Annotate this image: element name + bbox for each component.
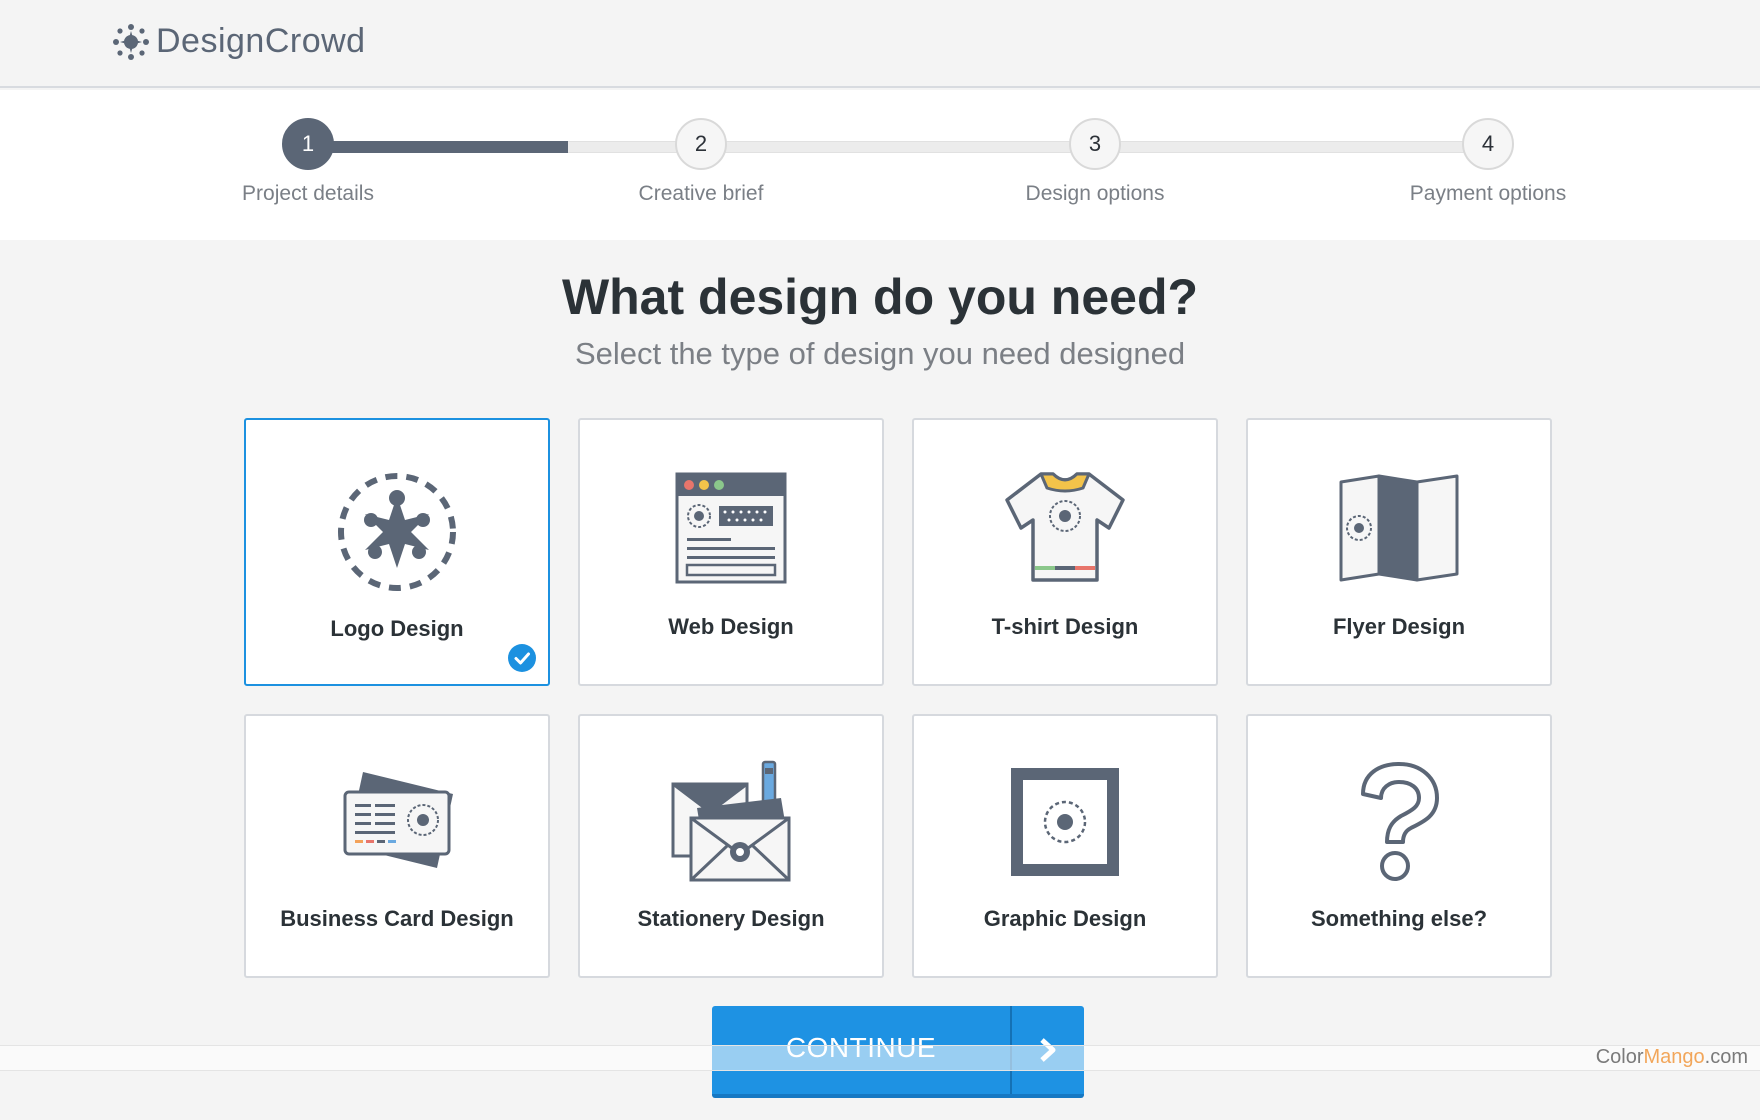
option-label: Graphic Design <box>983 906 1147 931</box>
option-tshirt-design[interactable]: T-shirt Design <box>912 418 1218 686</box>
step-design-options[interactable]: 3 Design options <box>975 118 1215 206</box>
step-label: Project details <box>242 182 374 205</box>
chevron-right-icon <box>1012 1006 1084 1094</box>
option-graphic-design[interactable]: Graphic Design <box>912 714 1218 978</box>
folded-flyer-icon <box>1339 474 1459 582</box>
tshirt-icon <box>1005 472 1125 582</box>
option-label: Web Design <box>668 614 794 639</box>
option-label: Business Card Design <box>280 906 514 931</box>
browser-window-icon <box>675 472 787 584</box>
watermark-text: ColorMango.com <box>1595 1046 1748 1068</box>
brand-logo[interactable]: DesignCrowd <box>112 22 366 61</box>
option-something-else[interactable]: Something else? <box>1246 714 1552 978</box>
business-card-icon <box>343 772 453 868</box>
logo-icon <box>338 473 456 591</box>
step-number: 1 <box>282 118 334 170</box>
page-subtitle: Select the type of design you need desig… <box>574 336 1186 371</box>
continue-button-label: CONTINUE <box>785 1032 937 1063</box>
step-label: Payment options <box>1409 182 1567 205</box>
envelope-pen-icon <box>671 760 791 882</box>
selected-check-icon <box>508 644 536 672</box>
option-business-card-design[interactable]: Business Card Design <box>244 714 550 978</box>
top-bar: DesignCrowd <box>0 0 1760 88</box>
option-web-design[interactable]: Web Design <box>578 418 884 686</box>
option-stationery-design[interactable]: Stationery Design <box>578 714 884 978</box>
step-number: 2 <box>675 118 727 170</box>
question-mark-icon <box>1361 762 1439 881</box>
step-number: 4 <box>1462 118 1514 170</box>
brand-name: DesignCrowd <box>156 22 366 60</box>
option-logo-design[interactable]: Logo Design <box>244 418 550 686</box>
step-project-details[interactable]: 1 Project details <box>188 118 428 206</box>
designcrowd-logo-icon <box>113 23 149 60</box>
option-label: Stationery Design <box>637 906 825 931</box>
step-number: 3 <box>1069 118 1121 170</box>
step-payment-options[interactable]: 4 Payment options <box>1368 118 1608 206</box>
option-flyer-design[interactable]: Flyer Design <box>1246 418 1552 686</box>
progress-stepper: 1 Project details 2 Creative brief 3 Des… <box>0 90 1760 240</box>
option-label: Logo Design <box>330 616 464 641</box>
step-label: Design options <box>1025 182 1165 205</box>
step-creative-brief[interactable]: 2 Creative brief <box>581 118 821 206</box>
page-title: What design do you need? <box>561 269 1199 325</box>
step-label: Creative brief <box>638 182 764 205</box>
option-label: Something else? <box>1310 906 1488 931</box>
option-label: Flyer Design <box>1332 614 1466 639</box>
option-label: T-shirt Design <box>991 614 1139 639</box>
continue-button[interactable]: CONTINUE <box>712 1006 1084 1098</box>
framed-picture-icon <box>1011 768 1119 876</box>
